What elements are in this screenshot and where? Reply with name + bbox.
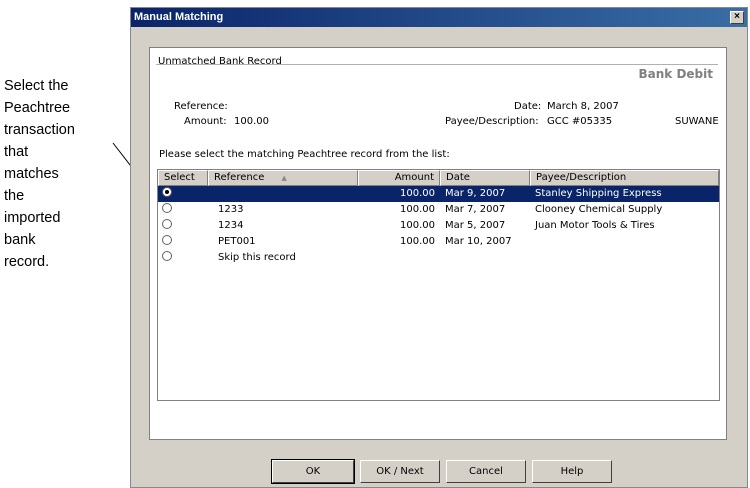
table-row[interactable]: 1233 100.00 Mar 7, 2007 Clooney Chemical…	[158, 202, 719, 218]
row-date: Mar 5, 2007	[445, 220, 506, 231]
close-button[interactable]: ×	[730, 11, 744, 24]
callout-line: imported	[4, 210, 61, 226]
payee-extra: SUWANE	[675, 116, 719, 127]
callout-line: that	[4, 144, 29, 160]
amount-value: 100.00	[234, 116, 269, 127]
payee-label: Payee/Description:	[445, 116, 539, 127]
row-date	[440, 250, 530, 266]
row-amount	[358, 250, 440, 266]
callout-line: Peachtree	[4, 100, 71, 116]
callout-line: the	[4, 188, 25, 204]
row-reference: Skip this record	[218, 252, 296, 263]
window-title: Manual Matching	[134, 11, 224, 23]
row-reference	[208, 186, 358, 202]
row-amount: 100.00	[400, 204, 435, 215]
bank-record-group	[156, 64, 718, 161]
column-header-date[interactable]: Date	[440, 170, 530, 186]
callout-line: Select the	[4, 78, 69, 94]
help-button[interactable]: Help	[532, 460, 612, 483]
table-row[interactable]: Skip this record	[158, 250, 719, 266]
column-header-select[interactable]: Select	[158, 170, 208, 186]
cancel-button[interactable]: Cancel	[446, 460, 526, 483]
ok-next-button[interactable]: OK / Next	[360, 460, 440, 483]
table-row[interactable]: 1234 100.00 Mar 5, 2007 Juan Motor Tools…	[158, 218, 719, 234]
row-date: Mar 10, 2007	[445, 236, 512, 247]
callout-line: record.	[4, 254, 50, 270]
list-prompt: Please select the matching Peachtree rec…	[159, 149, 450, 160]
row-amount: 100.00	[400, 188, 435, 199]
row-payee	[530, 250, 707, 266]
radio-icon[interactable]	[162, 203, 172, 213]
table-row[interactable]: 100.00 Mar 9, 2007 Stanley Shipping Expr…	[158, 186, 719, 202]
record-type: Bank Debit	[638, 67, 713, 81]
radio-icon[interactable]	[162, 251, 172, 261]
callout-line: matches	[4, 166, 59, 182]
list-header: Select Reference ▲ Amount Date Payee/Des…	[158, 170, 719, 186]
row-amount: 100.00	[400, 220, 435, 231]
ok-button[interactable]: OK	[271, 459, 355, 484]
row-reference: PET001	[218, 236, 256, 247]
manual-matching-dialog: Manual Matching × Unmatched Bank Record …	[130, 7, 748, 488]
callout-line: transaction	[4, 122, 75, 138]
instruction-callout: Select the Peachtree transaction that ma…	[4, 75, 122, 273]
row-payee	[530, 234, 707, 250]
matching-panel: Unmatched Bank Record Bank Debit Referen…	[149, 47, 727, 440]
column-header-payee[interactable]: Payee/Description	[530, 170, 719, 186]
sort-ascending-icon: ▲	[281, 174, 287, 182]
row-date: Mar 7, 2007	[445, 204, 506, 215]
close-icon: ×	[734, 11, 740, 22]
row-payee: Juan Motor Tools & Tires	[535, 220, 655, 231]
peachtree-records-list[interactable]: Select Reference ▲ Amount Date Payee/Des…	[157, 169, 720, 401]
amount-label: Amount:	[184, 116, 227, 127]
reference-label: Reference:	[174, 101, 228, 112]
row-reference: 1233	[218, 204, 244, 215]
radio-icon[interactable]	[162, 219, 172, 229]
column-header-reference-label: Reference	[214, 172, 265, 183]
row-reference: 1234	[218, 220, 244, 231]
row-payee: Stanley Shipping Express	[535, 188, 662, 199]
table-row[interactable]: PET001 100.00 Mar 10, 2007	[158, 234, 719, 250]
payee-value: GCC #05335	[547, 116, 613, 127]
title-bar: Manual Matching ×	[131, 8, 747, 27]
radio-selected-icon[interactable]	[162, 187, 172, 197]
column-header-amount[interactable]: Amount	[358, 170, 440, 186]
callout-line: bank	[4, 232, 36, 248]
row-date: Mar 9, 2007	[445, 188, 506, 199]
radio-icon[interactable]	[162, 235, 172, 245]
column-header-reference[interactable]: Reference ▲	[208, 170, 358, 186]
row-amount: 100.00	[400, 236, 435, 247]
date-value: March 8, 2007	[547, 101, 619, 112]
date-label: Date:	[514, 101, 542, 112]
row-payee: Clooney Chemical Supply	[535, 204, 663, 215]
